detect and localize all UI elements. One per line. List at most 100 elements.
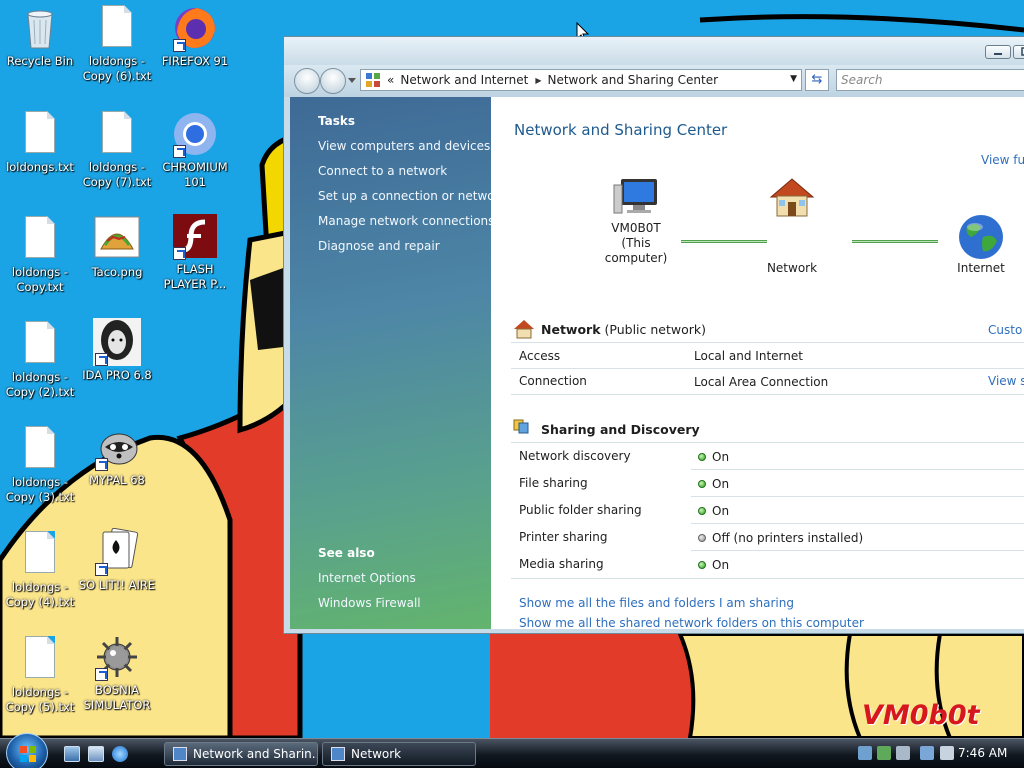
connection-label: Connection: [519, 374, 587, 388]
desktop-icon-label: Recycle Bin: [6, 54, 74, 68]
show-desktop-icon[interactable]: [64, 746, 80, 762]
network-tray-icon[interactable]: [858, 746, 872, 760]
divider: [691, 550, 1024, 551]
task-manage-connections-link[interactable]: Manage network connections: [318, 214, 494, 228]
minimize-button[interactable]: [985, 45, 1011, 59]
view-full-map-link[interactable]: View ful: [981, 153, 1024, 167]
taskbar-item-network-sharing-center[interactable]: Network and Sharin...: [164, 742, 318, 766]
desktop-icon-label: FLASH PLAYER P...: [163, 262, 227, 291]
desktop-icon-label: loldongs - Copy (2).txt: [5, 370, 75, 399]
breadcrumb-separator-icon[interactable]: ▶: [535, 76, 541, 85]
taskbar: Network and Sharin... Network 7:46 AM: [0, 733, 1024, 768]
address-overflow-chevron[interactable]: «: [387, 73, 394, 87]
desktop-icon-bosnia-simulator[interactable]: BOSNIA SIMULATOR: [77, 633, 157, 713]
network-discovery-value: On: [712, 450, 730, 464]
desktop-icon-recycle-bin[interactable]: Recycle Bin: [0, 4, 80, 69]
desktop-icon-label: IDA PRO 6.8: [82, 368, 152, 382]
computer-icon[interactable]: [613, 177, 661, 219]
connection-value: Local Area Connection: [694, 375, 829, 389]
network-house-icon[interactable]: [767, 175, 817, 219]
task-setup-connection-link[interactable]: Set up a connection or network: [318, 189, 506, 203]
file-sharing-value: On: [712, 477, 730, 491]
text-file-icon: [16, 215, 64, 263]
breadcrumb-sharing-center[interactable]: Network and Sharing Center: [547, 73, 718, 87]
internet-explorer-icon[interactable]: [112, 746, 128, 762]
show-shared-files-link[interactable]: Show me all the files and folders I am s…: [519, 596, 794, 610]
desktop-icon-label: MYPAL 68: [89, 473, 145, 487]
sharing-discovery-icon: [513, 419, 529, 434]
status-on-icon: [698, 480, 706, 488]
desktop-icon-ida-pro[interactable]: IDA PRO 6.8: [77, 318, 157, 383]
public-folder-sharing-value: On: [712, 504, 730, 518]
status-on-icon: [698, 561, 706, 569]
desktop-icon-loldongs-copy-3[interactable]: loldongs - Copy (3).txt: [0, 425, 80, 505]
task-connect-network-link[interactable]: Connect to a network: [318, 164, 447, 178]
control-panel-icon: [173, 747, 187, 761]
breadcrumb-network-internet[interactable]: Network and Internet: [400, 73, 528, 87]
page-title: Network and Sharing Center: [514, 121, 728, 139]
desktop-icon-loldongs-copy-5[interactable]: loldongs - Copy (5).txt: [0, 635, 80, 715]
clock[interactable]: 7:46 AM: [958, 746, 1007, 760]
playing-card-icon: [93, 527, 141, 576]
status-off-icon: [698, 534, 706, 542]
forward-button[interactable]: [320, 68, 346, 94]
desktop-icon-label: BOSNIA SIMULATOR: [83, 683, 151, 712]
desktop-icon-chromium[interactable]: CHROMIUM 101: [155, 110, 235, 190]
internet-options-link[interactable]: Internet Options: [318, 571, 416, 585]
window-titlebar[interactable]: [284, 37, 1024, 65]
status-on-icon: [698, 453, 706, 461]
address-dropdown-icon[interactable]: ▼: [790, 74, 797, 84]
search-input[interactable]: Search: [836, 69, 1024, 91]
desktop-icon-mypal[interactable]: MYPAL 68: [77, 423, 157, 488]
desktop-icon-loldongs-txt[interactable]: loldongs.txt: [0, 110, 80, 175]
windows-firewall-link[interactable]: Windows Firewall: [318, 596, 421, 610]
back-button[interactable]: [294, 68, 320, 94]
desktop-icon-label: loldongs - Copy (3).txt: [5, 475, 75, 504]
task-view-computers-link[interactable]: View computers and devices: [318, 139, 490, 153]
desktop-icon-solitaire[interactable]: SO LIT!! AIRE: [77, 527, 157, 593]
address-bar[interactable]: « Network and Internet ▶ Network and Sha…: [360, 69, 802, 91]
text-file-icon: [16, 425, 64, 473]
desktop-icon-loldongs-copy[interactable]: loldongs - Copy.txt: [0, 215, 80, 295]
refresh-button[interactable]: ⇆: [805, 69, 829, 91]
customize-link[interactable]: Custo: [988, 323, 1022, 337]
task-diagnose-repair-link[interactable]: Diagnose and repair: [318, 239, 440, 253]
divider: [511, 368, 1024, 369]
taskbar-item-network[interactable]: Network: [322, 742, 476, 766]
public-folder-sharing-label: Public folder sharing: [519, 503, 642, 517]
see-also-heading: See also: [318, 546, 375, 560]
text-file-icon: [93, 4, 141, 52]
internet-globe-icon[interactable]: [957, 213, 1005, 261]
text-file-icon: [16, 110, 64, 158]
network-name: Network: [541, 322, 601, 337]
media-sharing-label: Media sharing: [519, 557, 604, 571]
divider: [511, 342, 1024, 343]
start-button[interactable]: [6, 733, 48, 768]
desktop-icon-label: loldongs - Copy (4).txt: [5, 580, 75, 609]
volume-muted-icon[interactable]: [940, 746, 954, 760]
divider: [691, 523, 1024, 524]
divider: [691, 496, 1024, 497]
computer-name-label: VM0B0T (This computer): [591, 221, 681, 266]
switch-windows-icon[interactable]: [88, 746, 104, 762]
device-tray-icon[interactable]: [896, 746, 910, 760]
desktop-icon-firefox[interactable]: FIREFOX 91: [155, 4, 235, 69]
desktop-icon-loldongs-copy-4[interactable]: loldongs - Copy (4).txt: [0, 530, 80, 610]
desktop-icon-label: loldongs - Copy.txt: [11, 265, 69, 294]
tasks-heading: Tasks: [318, 114, 356, 128]
desktop-icon-loldongs-copy-7[interactable]: loldongs - Copy (7).txt: [77, 110, 157, 190]
view-status-link[interactable]: View s: [988, 374, 1024, 388]
security-tray-icon[interactable]: [877, 746, 891, 760]
printer-sharing-label: Printer sharing: [519, 530, 608, 544]
maximize-button[interactable]: [1013, 45, 1024, 59]
nav-history-dropdown-icon[interactable]: [348, 78, 356, 84]
show-shared-folders-link[interactable]: Show me all the shared network folders o…: [519, 616, 864, 630]
desktop-icon-loldongs-copy-2[interactable]: loldongs - Copy (2).txt: [0, 320, 80, 400]
divider: [511, 442, 1024, 443]
desktop-icon-taco[interactable]: Taco.png: [77, 215, 157, 280]
computer-name: VM0B0T: [611, 221, 661, 235]
desktop-icon-flash-player[interactable]: FLASH PLAYER P...: [155, 212, 235, 292]
network-type: (Public network): [604, 322, 706, 337]
network-connection-tray-icon[interactable]: [920, 746, 934, 760]
desktop-icon-loldongs-copy-6[interactable]: loldongs - Copy (6).txt: [77, 4, 157, 84]
